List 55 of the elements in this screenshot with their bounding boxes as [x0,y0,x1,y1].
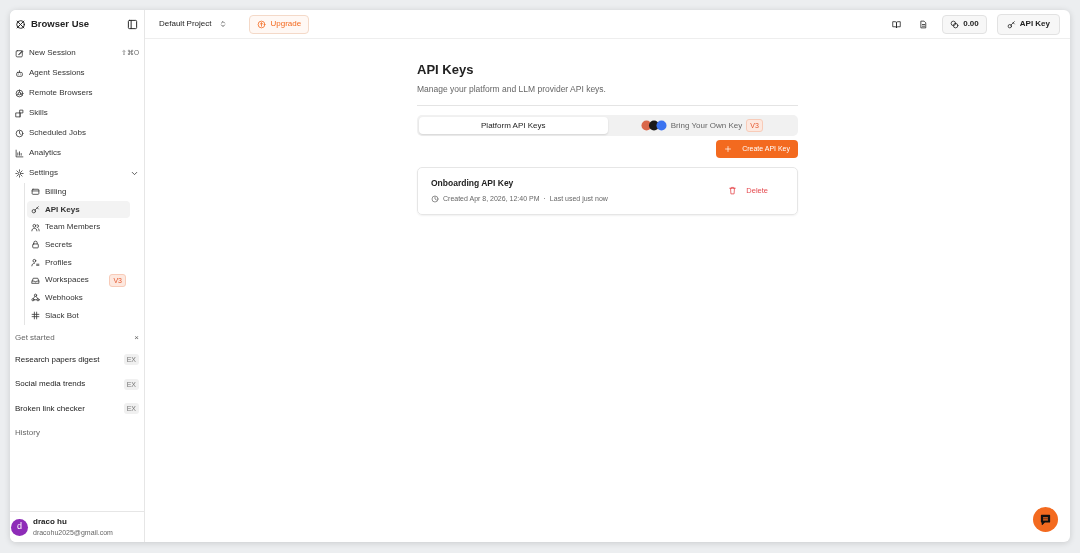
sidebar-toggle-button[interactable] [127,19,138,30]
sidebar-subitem[interactable]: Profiles [27,253,130,272]
sidebar-item[interactable]: Remote Browsers [10,83,144,103]
pencil-square-icon [15,48,24,58]
close-button[interactable]: × [134,332,139,344]
gear-icon [15,168,24,178]
clock-icon [15,128,24,138]
clock-icon [431,195,439,204]
user-icon [31,258,40,268]
sidebar-subitem[interactable]: Team Members [27,218,130,237]
sidebar-subitem[interactable]: Slack Bot [27,306,130,325]
section-heading: Get started [15,332,55,344]
webhook-icon [31,293,40,303]
chat-icon [1039,513,1052,526]
api-key-button[interactable]: API Key [996,13,1060,35]
sidebar-icon [127,19,138,30]
chevron-updown-icon [219,20,228,28]
key-icon [1006,19,1016,29]
arrow-up-circle-icon [257,19,267,29]
avatar: d [11,518,28,536]
plus-icon [724,145,733,154]
sidebar-item[interactable]: Analytics [10,143,144,163]
key-icon [31,205,40,215]
drawer-icon [31,275,40,285]
bar-chart-icon [15,148,24,158]
key-name: Onboarding API Key [431,177,515,191]
book-icon [892,19,902,29]
sidebar-subitem[interactable]: Billing [27,183,130,201]
provider-logos-drawing [640,120,667,132]
page-title: API Keys [417,62,475,78]
logo-icon [15,19,26,30]
card-icon [31,187,40,197]
sidebar-item[interactable]: Scheduled Jobs [10,123,144,143]
blocks-icon [15,108,24,118]
section-heading: History [15,427,40,439]
credits-button[interactable]: 0.00 [942,14,987,34]
chat-button[interactable] [1033,507,1058,532]
user-name: draco hu [33,515,68,528]
project-selector[interactable]: Default Project [155,18,232,30]
page-subtitle: Manage your platform and LLM provider API keys. [417,82,607,96]
sidebar-subitem[interactable]: Secrets [27,236,130,254]
hash-grid-icon [31,311,40,321]
sidebar-subitem[interactable]: API Keys [27,200,130,219]
sidebar-subitem[interactable]: Webhooks [27,289,130,307]
users-icon [31,222,40,232]
tab[interactable]: Platform API Keys [419,117,608,135]
robot-icon [15,68,24,78]
sidebar-item[interactable]: Agent Sessions [10,63,144,83]
sidebar-item[interactable]: Skills [10,103,144,123]
trash-icon [728,186,738,196]
lock-icon [31,240,40,250]
settings-item[interactable]: Settings [10,163,144,183]
document-icon [919,19,929,29]
brand-name: Browser Use [31,17,90,32]
globe-icon [15,88,24,98]
